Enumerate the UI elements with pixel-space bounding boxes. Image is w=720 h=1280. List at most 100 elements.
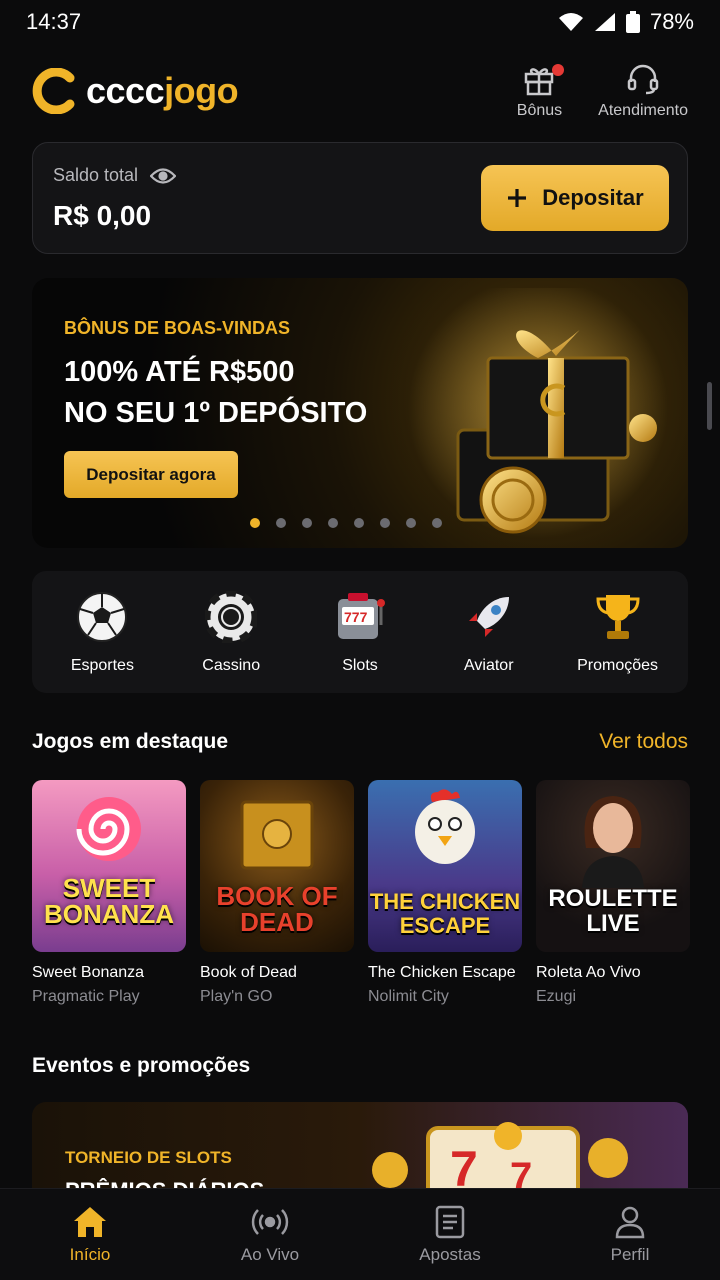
support-label: Atendimento	[598, 102, 688, 119]
live-broadcast-icon	[251, 1208, 289, 1235]
trophy-icon	[590, 589, 646, 645]
game-name: Book of Dead	[200, 964, 297, 981]
carousel-dot[interactable]	[302, 518, 312, 528]
rocket-icon	[461, 589, 517, 645]
banner-kicker: BÔNUS DE BOAS-VINDAS	[64, 318, 291, 338]
carousel-dot[interactable]	[380, 518, 390, 528]
balance-label: Saldo total	[53, 165, 139, 185]
dealer-illustration	[582, 796, 644, 888]
slot-machine-icon: 777	[332, 589, 388, 645]
svg-text:777: 777	[344, 609, 368, 625]
plus-icon	[508, 189, 527, 207]
game-card-sweet-bonanza[interactable]: SWEET BONANZA Sweet Bonanza Pragmatic Pla…	[32, 780, 186, 1006]
promo-banner[interactable]: BÔNUS DE BOAS-VINDAS 100% ATÉ R$500 NO S…	[32, 278, 688, 548]
featured-header: Jogos em destaque Ver todos	[32, 730, 688, 754]
scrollbar-thumb[interactable]	[707, 382, 712, 430]
battery-level: 78%	[649, 9, 694, 34]
deposit-now-button[interactable]: Depositar agora	[64, 451, 238, 498]
carousel-dot[interactable]	[276, 518, 286, 528]
chicken-illustration	[415, 789, 475, 864]
balance-card: Saldo total R$ 0,00 Depositar	[32, 142, 688, 254]
nav-bets[interactable]: Apostas	[390, 1205, 510, 1265]
notification-badge	[552, 64, 565, 76]
event-promo-card[interactable]: TORNEIO DE SLOTS PRÊMIOS DIÁRIOS 7 7	[32, 1102, 688, 1202]
category-slots[interactable]: 777 Slots	[300, 589, 420, 675]
bonus-button[interactable]: Bônus	[516, 62, 565, 120]
status-icons: 78%	[558, 9, 694, 35]
user-icon	[615, 1206, 645, 1238]
carousel-dot[interactable]	[250, 518, 260, 528]
game-art-title: SWEET BONANZA	[44, 873, 174, 929]
events-title: Eventos e promoções	[32, 1054, 251, 1077]
category-label: Cassino	[202, 657, 261, 674]
banner-title: 100% ATÉ R$500 NO SEU 1º DEPÓSITO	[64, 356, 368, 429]
gift-box-illustration	[408, 288, 668, 538]
bets-slip-icon	[435, 1205, 465, 1238]
support-button[interactable]: Atendimento	[598, 62, 688, 120]
status-bar: 14:37 78%	[0, 0, 720, 44]
featured-title: Jogos em destaque	[32, 730, 229, 753]
game-art-title: ROULETTE LIVE	[548, 885, 678, 937]
carousel-dot[interactable]	[406, 518, 416, 528]
game-thumbnail: BOOK OF DEAD	[200, 780, 354, 952]
nav-label: Perfil	[610, 1244, 650, 1264]
game-name: Roleta Ao Vivo	[536, 964, 641, 981]
game-provider: Nolimit City	[368, 988, 449, 1005]
game-thumbnail: ROULETTE LIVE	[536, 780, 690, 952]
category-label: Slots	[342, 657, 378, 674]
events-header: Eventos e promoções	[32, 1054, 688, 1078]
category-label: Aviator	[464, 657, 514, 674]
app-header: ccccjogo Bônus Atendimento	[32, 56, 688, 126]
game-art-title: BOOK OF DEAD	[216, 881, 338, 937]
carousel-dot[interactable]	[328, 518, 338, 528]
category-bar: Esportes Cassino 777 Slots Aviator Promo…	[32, 571, 688, 693]
nav-home[interactable]: Início	[30, 1205, 150, 1265]
brand-logo[interactable]: ccccjogo	[32, 68, 239, 114]
headset-icon	[627, 64, 659, 95]
game-art-title: THE CHICKEN ESCAPE	[369, 889, 521, 938]
category-label: Esportes	[70, 657, 134, 674]
status-time: 14:37	[26, 9, 82, 34]
game-name: Sweet Bonanza	[32, 964, 145, 981]
soccer-ball-icon	[74, 589, 130, 645]
home-icon	[74, 1206, 106, 1237]
category-aviator[interactable]: Aviator	[429, 589, 549, 675]
signal-icon	[594, 13, 615, 31]
carousel-dot[interactable]	[354, 518, 364, 528]
category-promotions[interactable]: Promoções	[558, 589, 678, 675]
game-card-chicken-escape[interactable]: THE CHICKEN ESCAPE The Chicken Escape Nol…	[368, 780, 522, 1006]
deposit-button[interactable]: Depositar	[481, 165, 669, 231]
game-provider: Ezugi	[536, 988, 577, 1005]
see-all-link[interactable]: Ver todos	[599, 730, 688, 754]
bottom-nav: Início Ao Vivo Apostas Perfil	[0, 1188, 720, 1280]
game-card-book-of-dead[interactable]: BOOK OF DEAD Book of Dead Play'n GO	[200, 780, 354, 1006]
category-label: Promoções	[577, 657, 659, 674]
game-name: The Chicken Escape	[368, 964, 516, 981]
logo-mark-icon	[32, 68, 75, 114]
game-provider: Pragmatic Play	[32, 988, 140, 1005]
nav-live[interactable]: Ao Vivo	[210, 1205, 330, 1265]
candy-illustration	[76, 797, 141, 861]
game-provider: Play'n GO	[200, 988, 273, 1005]
battery-icon	[625, 11, 640, 33]
nav-label: Ao Vivo	[240, 1244, 300, 1264]
nav-label: Início	[69, 1244, 111, 1264]
category-sports[interactable]: Esportes	[42, 589, 162, 675]
book-illustration	[240, 800, 314, 870]
game-card-roleta-ao-vivo[interactable]: ROULETTE LIVE Roleta Ao Vivo Ezugi	[536, 780, 690, 1006]
eye-icon[interactable]	[150, 167, 177, 185]
nav-profile[interactable]: Perfil	[570, 1205, 690, 1265]
event-kicker: TORNEIO DE SLOTS	[65, 1148, 232, 1167]
logo-text: ccccjogo	[86, 70, 239, 111]
featured-games-row: SWEET BONANZA Sweet Bonanza Pragmatic Pla…	[32, 780, 720, 1006]
wifi-icon	[558, 13, 583, 31]
carousel-dot[interactable]	[432, 518, 442, 528]
header-actions: Bônus Atendimento	[517, 62, 688, 120]
bonus-label: Bônus	[516, 102, 563, 119]
deposit-label: Depositar	[542, 185, 644, 210]
category-casino[interactable]: Cassino	[171, 589, 291, 675]
poker-chip-icon	[203, 589, 259, 645]
game-thumbnail: THE CHICKEN ESCAPE	[368, 780, 522, 952]
nav-label: Apostas	[419, 1244, 481, 1264]
game-thumbnail: SWEET BONANZA	[32, 780, 186, 952]
